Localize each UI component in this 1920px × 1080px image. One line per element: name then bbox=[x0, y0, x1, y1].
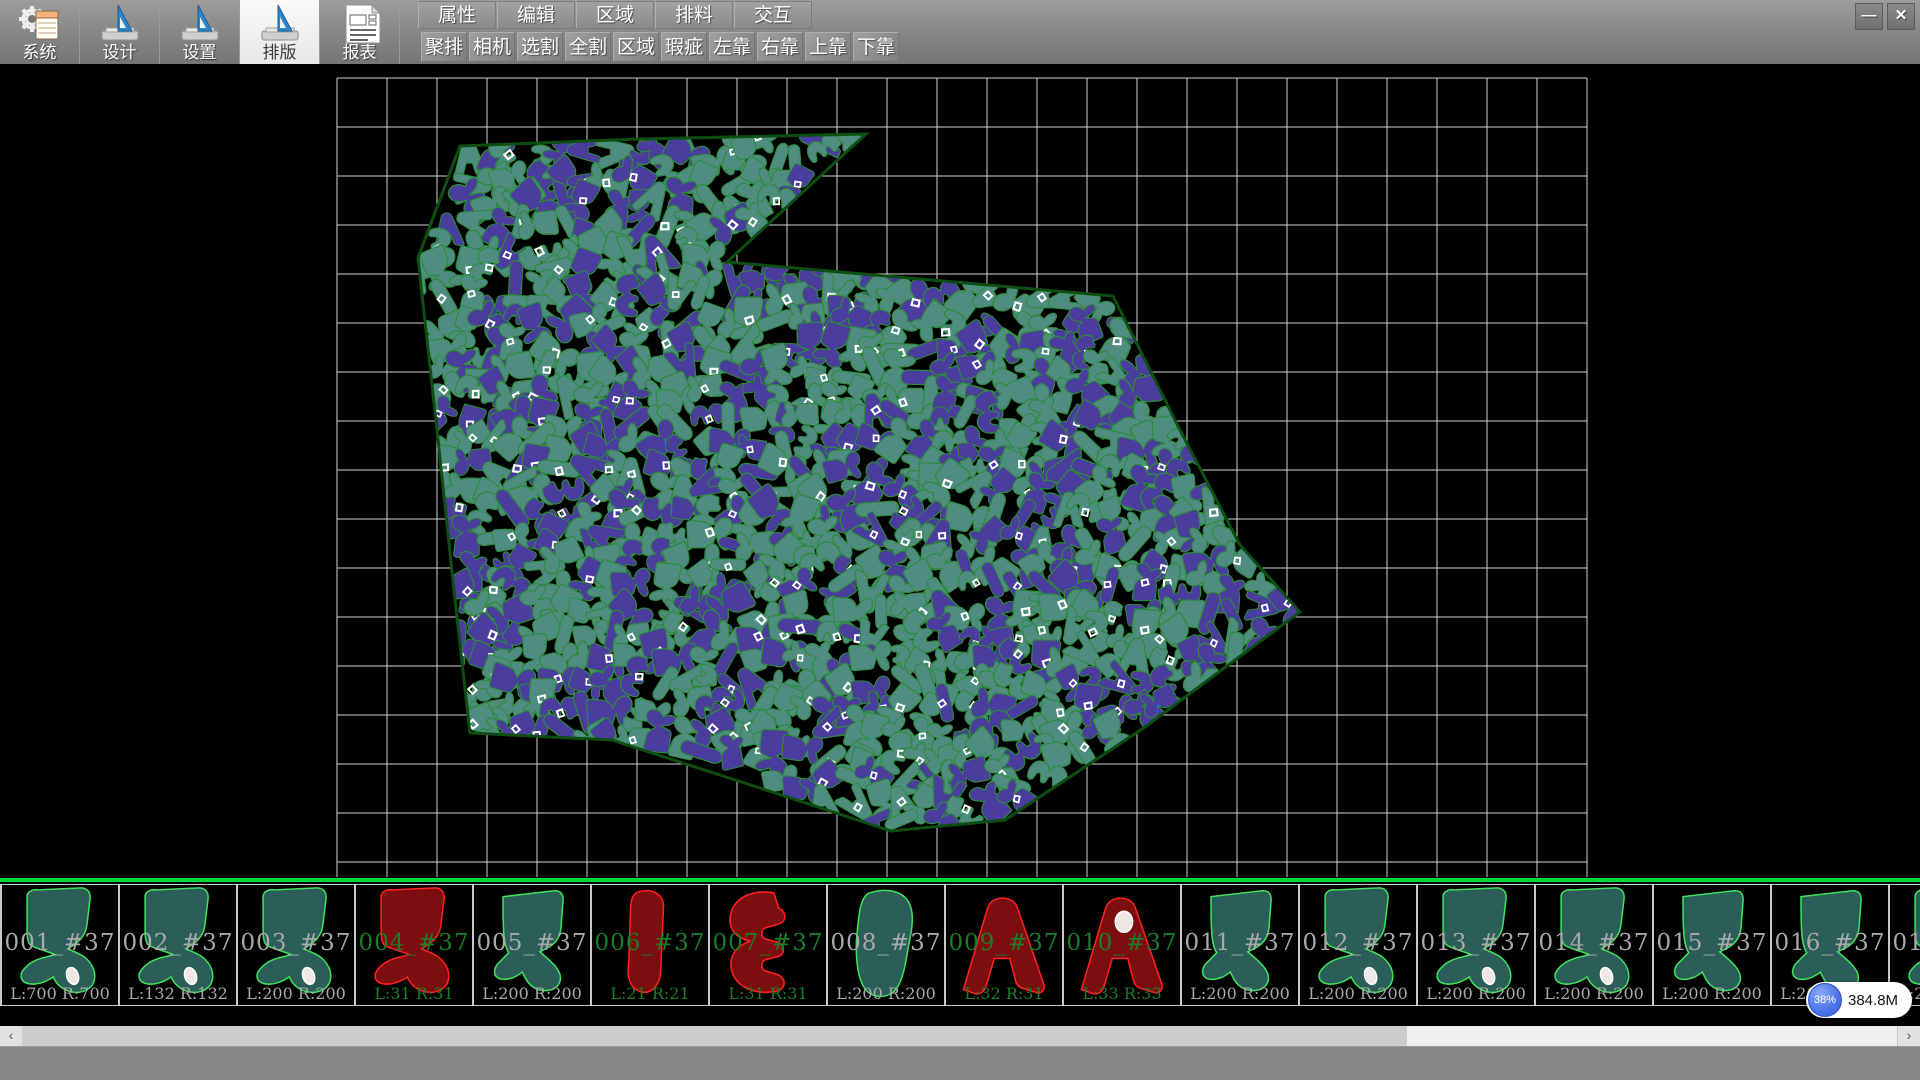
menu-item-2[interactable]: 编辑 bbox=[497, 1, 575, 29]
piece-thumbnail-002_#37[interactable]: 002_#37 L:132 R:132 bbox=[120, 885, 238, 1005]
app-button-3[interactable]: 设置 bbox=[160, 0, 240, 64]
piece-size-label: L:21 R:21 bbox=[592, 984, 708, 1003]
menu-item-5[interactable]: 交互 bbox=[734, 1, 812, 29]
tool-button-8[interactable]: 右靠 bbox=[757, 32, 803, 62]
piece-size-label: L:33 R:33 bbox=[1064, 984, 1180, 1003]
piece-id-label: 014_#37 bbox=[1536, 930, 1652, 956]
app-button-1[interactable]: 系统 bbox=[0, 0, 80, 64]
memory-usage-label: 384.8M bbox=[1848, 992, 1898, 1009]
menu-item-4[interactable]: 排料 bbox=[655, 1, 733, 29]
piece-id-label: 006_#37 bbox=[592, 930, 708, 956]
minimize-button[interactable]: — bbox=[1855, 3, 1883, 30]
piece-size-label: L:31 R:31 bbox=[356, 984, 472, 1003]
tool-button-1[interactable]: 聚排 bbox=[421, 32, 467, 62]
piece-id-label: 007_#37 bbox=[710, 930, 826, 956]
horizontal-scrollbar: ‹ › bbox=[0, 1026, 1920, 1046]
app-button-label: 报表 bbox=[343, 43, 377, 62]
piece-size-label: L:200 R:200 bbox=[1418, 984, 1534, 1003]
piece-id-label: 003_#37 bbox=[238, 930, 354, 956]
design-ruler-icon bbox=[98, 3, 142, 43]
scrollbar-thumb[interactable] bbox=[22, 1026, 1407, 1046]
menu-item-1[interactable]: 属性 bbox=[418, 1, 496, 29]
piece-id-label: 005_#37 bbox=[474, 930, 590, 956]
tool-button-10[interactable]: 下靠 bbox=[853, 32, 899, 62]
piece-size-label: L:32 R:31 bbox=[946, 984, 1062, 1003]
app-mode-buttons: 系统 设计 设置 排版 报表 bbox=[0, 0, 400, 64]
close-button[interactable]: ✕ bbox=[1887, 3, 1915, 30]
piece-thumbnail-010_#37[interactable]: 010_#37 L:33 R:33 bbox=[1064, 885, 1182, 1005]
piece-thumbnail-006_#37[interactable]: 006_#37 L:21 R:21 bbox=[592, 885, 710, 1005]
tool-button-row: 聚排相机选割全割区域瑕疵左靠右靠上靠下靠 bbox=[421, 32, 901, 63]
tool-button-3[interactable]: 选割 bbox=[517, 32, 563, 62]
tool-button-5[interactable]: 区域 bbox=[613, 32, 659, 62]
piece-id-label: 008_#37 bbox=[828, 930, 944, 956]
piece-thumbnail-009_#37[interactable]: 009_#37 L:32 R:31 bbox=[946, 885, 1064, 1005]
piece-thumbnail-015_#37[interactable]: 015_#37 L:200 R:200 bbox=[1654, 885, 1772, 1005]
report-doc-icon bbox=[338, 3, 382, 43]
app-button-5[interactable]: 报表 bbox=[320, 0, 400, 64]
piece-thumbnail-005_#37[interactable]: 005_#37 L:200 R:200 bbox=[474, 885, 592, 1005]
piece-id-label: 011_#37 bbox=[1182, 930, 1298, 956]
status-bar bbox=[0, 1046, 1920, 1080]
piece-id-label: 015_#37 bbox=[1654, 930, 1770, 956]
utilization-badge: 38% 384.8M bbox=[1806, 982, 1912, 1018]
scroll-left-arrow-icon[interactable]: ‹ bbox=[0, 1026, 23, 1046]
nesting-ruler-icon bbox=[258, 3, 302, 43]
piece-thumbnail-strip: 001_#37L:700 R:700002_#37L:132 R:132003_… bbox=[0, 878, 1920, 1026]
scroll-right-arrow-icon[interactable]: › bbox=[1897, 1026, 1920, 1046]
piece-id-label: 013_#37 bbox=[1418, 930, 1534, 956]
piece-id-label: 010_#37 bbox=[1064, 930, 1180, 956]
menu-bar: 属性编辑区域排料交互 bbox=[418, 1, 813, 30]
piece-size-label: L:200 R:200 bbox=[238, 984, 354, 1003]
app-button-label: 设计 bbox=[103, 43, 137, 62]
app-button-2[interactable]: 设计 bbox=[80, 0, 160, 64]
piece-thumbnail-014_#37[interactable]: 014_#37 L:200 R:200 bbox=[1536, 885, 1654, 1005]
piece-thumbnail-003_#37[interactable]: 003_#37 L:200 R:200 bbox=[238, 885, 356, 1005]
tool-button-7[interactable]: 左靠 bbox=[709, 32, 755, 62]
tool-button-9[interactable]: 上靠 bbox=[805, 32, 851, 62]
system-gear-icon bbox=[18, 3, 62, 43]
piece-size-label: L:200 R:200 bbox=[828, 984, 944, 1003]
piece-size-label: L:200 R:200 bbox=[1654, 984, 1770, 1003]
nesting-canvas[interactable] bbox=[0, 64, 1920, 878]
app-button-label: 系统 bbox=[23, 43, 57, 62]
piece-size-label: L:31 R:31 bbox=[710, 984, 826, 1003]
piece-thumbnail-001_#37[interactable]: 001_#37 L:700 R:700 bbox=[0, 885, 120, 1005]
piece-id-label: 017_#37 bbox=[1890, 930, 1920, 956]
app-button-4[interactable]: 排版 bbox=[240, 0, 320, 64]
piece-size-label: L:700 R:700 bbox=[2, 984, 118, 1003]
piece-size-label: L:200 R:200 bbox=[474, 984, 590, 1003]
piece-id-label: 001_#37 bbox=[2, 930, 118, 956]
piece-size-label: L:200 R:200 bbox=[1182, 984, 1298, 1003]
tool-button-2[interactable]: 相机 bbox=[469, 32, 515, 62]
strip-separator-line bbox=[0, 878, 1920, 882]
piece-id-label: 016_#37 bbox=[1772, 930, 1888, 956]
piece-size-label: L:200 R:200 bbox=[1300, 984, 1416, 1003]
piece-thumbnail-013_#37[interactable]: 013_#37 L:200 R:200 bbox=[1418, 885, 1536, 1005]
piece-id-label: 002_#37 bbox=[120, 930, 236, 956]
piece-thumbnail-007_#37[interactable]: 007_#37 L:31 R:31 bbox=[710, 885, 828, 1005]
window-controls: — ✕ bbox=[1855, 3, 1915, 30]
piece-thumbnail-012_#37[interactable]: 012_#37 L:200 R:200 bbox=[1300, 885, 1418, 1005]
piece-id-label: 012_#37 bbox=[1300, 930, 1416, 956]
tool-button-4[interactable]: 全割 bbox=[565, 32, 611, 62]
utilization-percent: 38% bbox=[1808, 983, 1842, 1017]
tool-button-6[interactable]: 瑕疵 bbox=[661, 32, 707, 62]
piece-thumbnail-004_#37[interactable]: 004_#37 L:31 R:31 bbox=[356, 885, 474, 1005]
application-window: 系统设计设置排版报表 属性编辑区域排料交互 聚排相机选割全割区域瑕疵左靠右靠上靠… bbox=[0, 0, 1920, 1080]
piece-thumbnail-cells: 001_#37L:700 R:700002_#37L:132 R:132003_… bbox=[0, 884, 1920, 1006]
menu-item-3[interactable]: 区域 bbox=[576, 1, 654, 29]
app-button-label: 设置 bbox=[183, 43, 217, 62]
piece-id-label: 009_#37 bbox=[946, 930, 1062, 956]
app-button-label: 排版 bbox=[263, 43, 297, 62]
piece-size-label: L:132 R:132 bbox=[120, 984, 236, 1003]
piece-size-label: L:200 R:200 bbox=[1536, 984, 1652, 1003]
piece-thumbnail-011_#37[interactable]: 011_#37 L:200 R:200 bbox=[1182, 885, 1300, 1005]
nesting-canvas-svg bbox=[0, 64, 1920, 878]
settings-ruler-icon bbox=[178, 3, 222, 43]
toolbar: 系统设计设置排版报表 属性编辑区域排料交互 聚排相机选割全割区域瑕疵左靠右靠上靠… bbox=[0, 0, 1920, 65]
piece-id-label: 004_#37 bbox=[356, 930, 472, 956]
piece-thumbnail-008_#37[interactable]: 008_#37 L:200 R:200 bbox=[828, 885, 946, 1005]
